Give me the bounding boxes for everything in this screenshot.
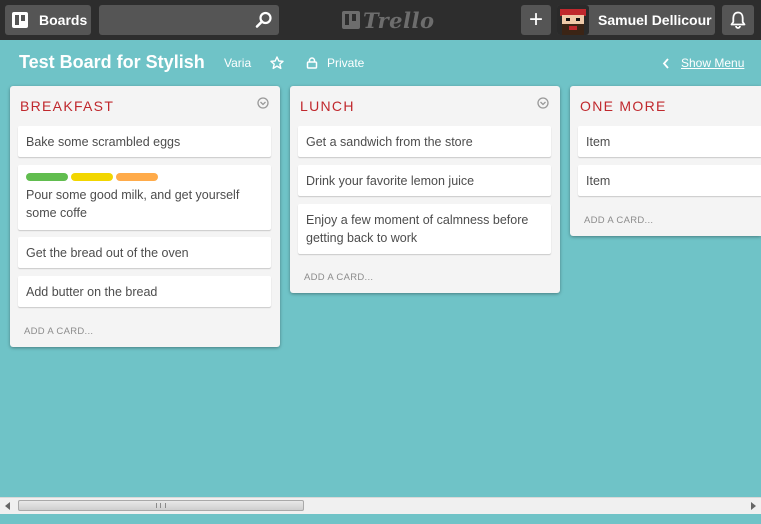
search-icon[interactable] [255,11,273,29]
trello-logo[interactable]: Trello [342,7,435,33]
member-name: Samuel Dellicour [598,12,712,28]
trello-logo-icon [342,11,360,29]
scroll-right-arrow-icon[interactable] [749,502,757,510]
label-green [26,173,68,181]
scrollbar-grip-icon [156,503,166,508]
card-text: Enjoy a few moment of calmness before ge… [306,213,529,245]
boards-button[interactable]: Boards [5,5,91,35]
label-yellow [71,173,113,181]
card[interactable]: Enjoy a few moment of calmness before ge… [298,204,551,254]
card-text: Bake some scrambled eggs [26,135,181,149]
horizontal-scrollbar[interactable] [0,497,761,514]
notifications-button[interactable] [722,5,754,35]
card[interactable]: Get a sandwich from the store [298,126,551,157]
boards-icon [12,12,28,28]
card-text: Get a sandwich from the store [306,135,473,149]
card-labels [26,173,263,181]
lock-icon [306,57,318,69]
list-breakfast: BREAKFAST Bake some scrambled eggs Pour … [10,86,280,347]
card[interactable]: Bake some scrambled eggs [18,126,271,157]
card[interactable]: Pour some good milk, and get yourself so… [18,165,271,230]
add-card-link[interactable]: ADD A CARD... [304,272,373,283]
card-text: Item [586,174,611,188]
card-text: Add butter on the bread [26,285,158,299]
card-text: Get the bread out of the oven [26,246,189,260]
avatar [557,5,589,35]
card-text: Pour some good milk, and get yourself so… [26,188,240,220]
plus-icon: + [528,6,543,33]
card[interactable]: Item [578,126,761,157]
search-input[interactable] [99,5,265,35]
board-title[interactable]: Test Board for Stylish [19,52,205,73]
add-button[interactable]: + [521,5,551,35]
chevron-left-icon[interactable] [662,58,670,69]
board-visibility[interactable]: Private [327,56,364,70]
board-organization[interactable]: Varia [224,56,251,70]
list-menu-icon[interactable] [257,97,269,109]
card[interactable]: Item [578,165,761,196]
card-text: Drink your favorite lemon juice [306,174,475,188]
card[interactable]: Get the bread out of the oven [18,237,271,268]
list-menu-icon[interactable] [537,97,549,109]
list-title[interactable]: ONE MORE [580,98,667,114]
trello-logo-text: Trello [363,7,435,33]
scroll-left-arrow-icon[interactable] [4,502,12,510]
add-card-link[interactable]: ADD A CARD... [584,215,653,226]
list-one-more: ONE MORE Item Item ADD A CARD... [570,86,761,236]
card[interactable]: Drink your favorite lemon juice [298,165,551,196]
card-text: Item [586,135,611,149]
add-card-link[interactable]: ADD A CARD... [24,326,93,337]
list-title[interactable]: LUNCH [300,98,355,114]
star-icon[interactable] [270,56,284,70]
member-menu-button[interactable]: Samuel Dellicour [557,5,715,35]
card[interactable]: Add butter on the bread [18,276,271,307]
show-menu-link[interactable]: Show Menu [681,56,744,70]
top-header: Boards Trello + Samuel Dellicour [0,0,761,40]
list-lunch: LUNCH Get a sandwich from the store Drin… [290,86,560,293]
list-title[interactable]: BREAKFAST [20,98,114,114]
search-box[interactable] [99,5,279,35]
scrollbar-thumb[interactable] [18,500,304,511]
bell-icon [730,11,746,29]
label-orange [116,173,158,181]
boards-button-label: Boards [39,12,88,28]
